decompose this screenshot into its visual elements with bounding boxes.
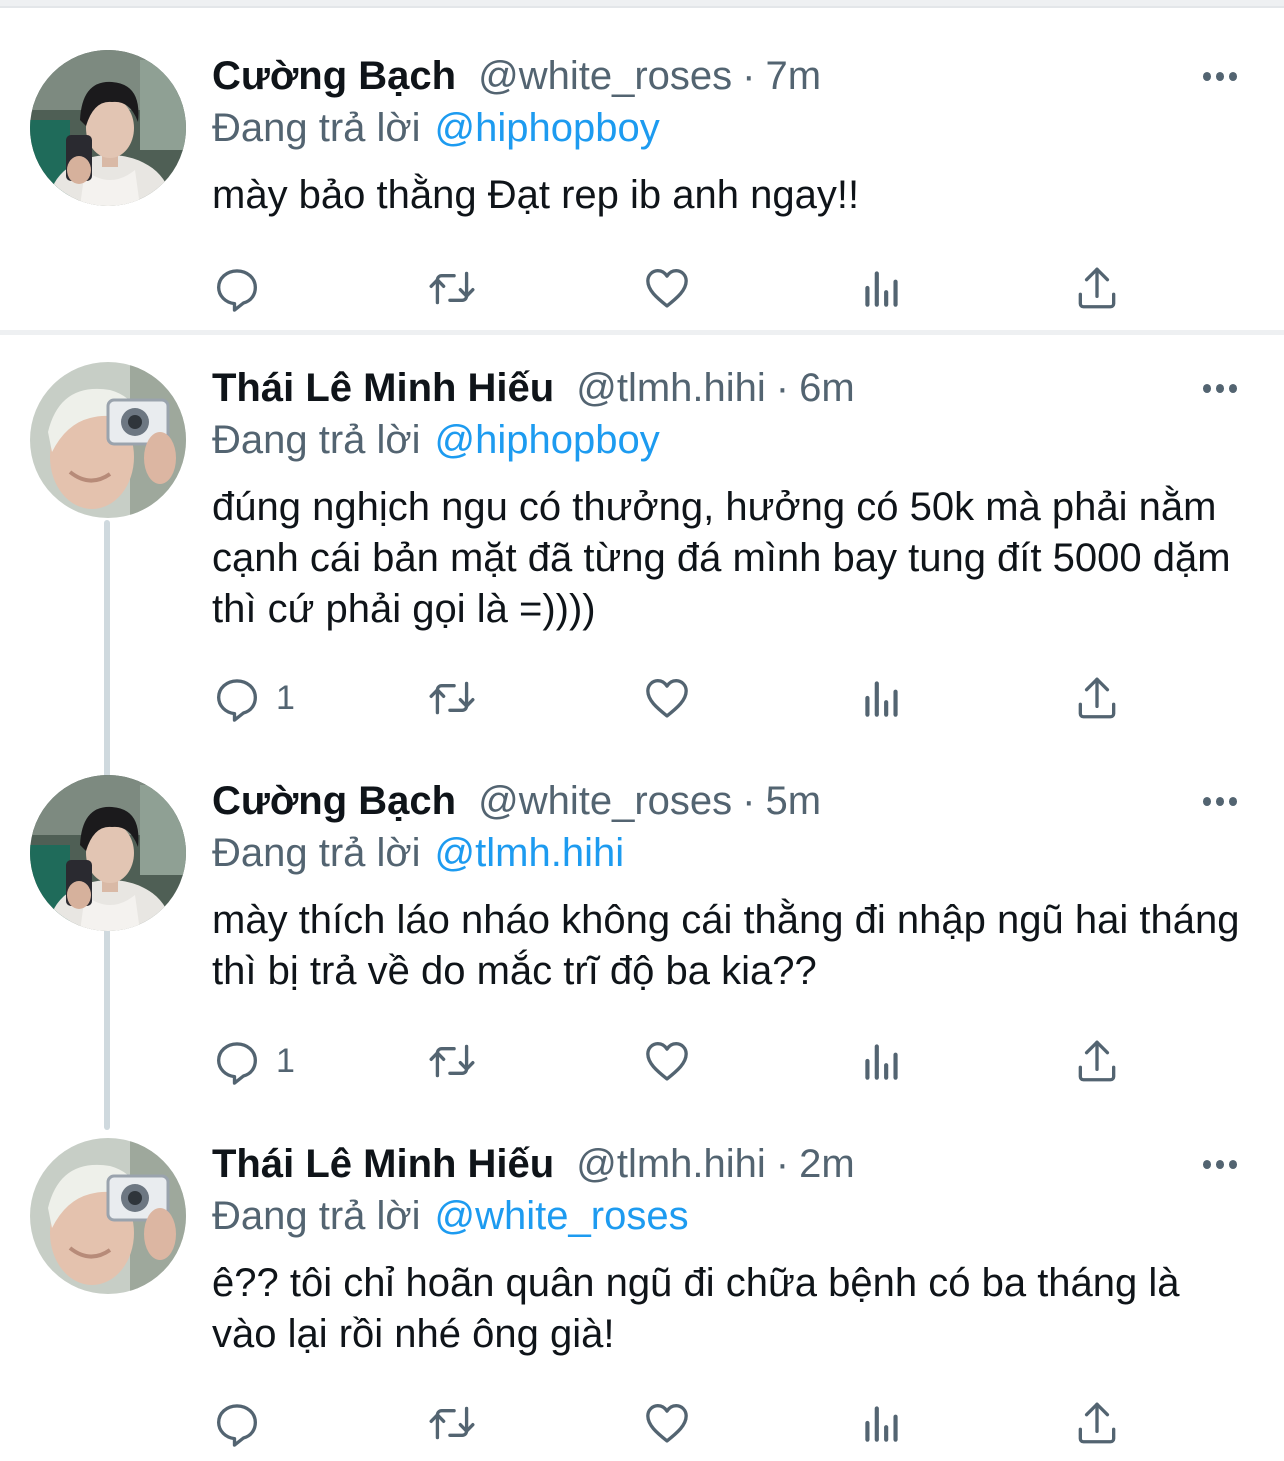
tweet-text: mày bảo thằng Đạt rep ib anh ngay!! — [212, 173, 860, 217]
action-bar: 1 — [212, 670, 1132, 726]
share-button[interactable] — [1072, 1033, 1122, 1089]
retweet-button[interactable] — [427, 260, 477, 316]
analytics-icon — [857, 1036, 907, 1086]
mention-link[interactable]: @tlmh.hihi — [435, 831, 625, 876]
more-icon[interactable] — [1200, 775, 1240, 827]
avatar[interactable] — [30, 1138, 186, 1294]
retweet-button[interactable] — [427, 670, 477, 726]
more-icon[interactable] — [1200, 50, 1240, 102]
like-button[interactable] — [642, 1033, 692, 1089]
action-bar — [212, 1395, 1132, 1451]
views-button[interactable] — [857, 1395, 907, 1451]
more-icon[interactable] — [1200, 1138, 1240, 1190]
display-name[interactable]: Cường Bạch — [212, 54, 456, 99]
reply-count: 1 — [276, 678, 295, 717]
action-bar: 1 — [212, 1033, 1132, 1089]
reply-button[interactable] — [212, 260, 276, 316]
retweet-button[interactable] — [427, 1033, 477, 1089]
timestamp[interactable]: 2m — [799, 1142, 855, 1187]
like-button[interactable] — [642, 1395, 692, 1451]
avatar[interactable] — [30, 50, 186, 206]
share-icon — [1072, 263, 1122, 313]
display-name[interactable]: Thái Lê Minh Hiếu — [212, 1142, 554, 1187]
mention-link[interactable]: @hiphopboy — [435, 418, 660, 463]
retweet-icon — [427, 263, 477, 313]
separator-dot: · — [775, 1141, 790, 1186]
top-divider — [0, 0, 1284, 8]
tweet-header: Cường Bạch @white_roses · 7m — [212, 50, 821, 102]
heart-icon — [642, 1036, 692, 1086]
replying-to-label: Đang trả lời — [212, 830, 421, 875]
retweet-icon — [427, 1398, 477, 1448]
user-handle[interactable]: @white_roses — [478, 54, 732, 99]
timestamp[interactable]: 6m — [799, 366, 855, 411]
analytics-icon — [857, 263, 907, 313]
views-button[interactable] — [857, 1033, 907, 1089]
timestamp[interactable]: 5m — [765, 779, 821, 824]
reply-button[interactable]: 1 — [212, 1033, 295, 1089]
tweet-text: ê?? tôi chỉ hoãn quân ngũ đi chữa bệnh c… — [212, 1261, 1180, 1356]
user-handle[interactable]: @white_roses — [478, 779, 732, 824]
thread-separator — [0, 330, 1284, 335]
heart-icon — [642, 263, 692, 313]
analytics-icon — [857, 1398, 907, 1448]
separator-dot: · — [775, 365, 790, 410]
replying-to: Đang trả lời @white_roses — [212, 1190, 689, 1242]
user-handle[interactable]: @tlmh.hihi — [576, 1142, 766, 1187]
views-button[interactable] — [857, 260, 907, 316]
reply-button[interactable] — [212, 1395, 276, 1451]
share-icon — [1072, 1398, 1122, 1448]
share-button[interactable] — [1072, 260, 1122, 316]
display-name[interactable]: Cường Bạch — [212, 779, 456, 824]
user-handle[interactable]: @tlmh.hihi — [576, 366, 766, 411]
replying-to-label: Đang trả lời — [212, 1193, 421, 1238]
reply-button[interactable]: 1 — [212, 670, 295, 726]
like-button[interactable] — [642, 670, 692, 726]
display-name[interactable]: Thái Lê Minh Hiếu — [212, 366, 554, 411]
tweet-header: Thái Lê Minh Hiếu @tlmh.hihi · 6m — [212, 362, 855, 414]
replying-to-label: Đang trả lời — [212, 417, 421, 462]
reply-icon — [212, 263, 262, 313]
heart-icon — [642, 673, 692, 723]
replying-to: Đang trả lời @tlmh.hihi — [212, 827, 624, 879]
mention-link[interactable]: @white_roses — [435, 1194, 689, 1239]
replying-to: Đang trả lời @hiphopboy — [212, 102, 660, 154]
separator-dot: · — [742, 778, 756, 823]
share-button[interactable] — [1072, 1395, 1122, 1451]
reply-icon — [212, 673, 262, 723]
replying-to-label: Đang trả lời — [212, 105, 421, 150]
retweet-icon — [427, 1036, 477, 1086]
share-button[interactable] — [1072, 670, 1122, 726]
timestamp[interactable]: 7m — [765, 54, 821, 99]
analytics-icon — [857, 673, 907, 723]
avatar[interactable] — [30, 362, 186, 518]
separator-dot: · — [742, 53, 756, 98]
like-button[interactable] — [642, 260, 692, 316]
replying-to: Đang trả lời @hiphopboy — [212, 414, 660, 466]
mention-link[interactable]: @hiphopboy — [435, 106, 660, 151]
retweet-icon — [427, 673, 477, 723]
tweet-text: mày thích láo nháo không cái thằng đi nh… — [212, 898, 1240, 993]
action-bar — [212, 260, 1132, 316]
share-icon — [1072, 673, 1122, 723]
share-icon — [1072, 1036, 1122, 1086]
reply-count: 1 — [276, 1041, 295, 1080]
tweet-text: đúng nghịch ngu có thưởng, hưởng có 50k … — [212, 485, 1231, 631]
heart-icon — [642, 1398, 692, 1448]
retweet-button[interactable] — [427, 1395, 477, 1451]
reply-icon — [212, 1036, 262, 1086]
more-icon[interactable] — [1200, 362, 1240, 414]
avatar[interactable] — [30, 775, 186, 931]
views-button[interactable] — [857, 670, 907, 726]
reply-icon — [212, 1398, 262, 1448]
tweet-header: Cường Bạch @white_roses · 5m — [212, 775, 821, 827]
tweet-header: Thái Lê Minh Hiếu @tlmh.hihi · 2m — [212, 1138, 855, 1190]
